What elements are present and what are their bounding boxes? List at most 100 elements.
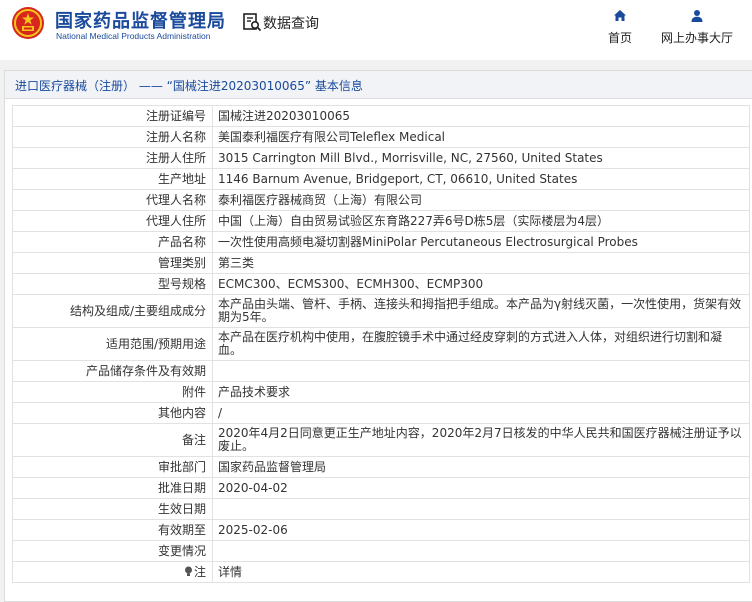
field-label-text: 注册人名称	[145, 129, 206, 144]
field-value: 美国泰利福医疗有限公司Teleflex Medical	[212, 126, 750, 148]
lightbulb-icon	[184, 566, 192, 576]
field-label-text: 变更情况	[157, 543, 206, 558]
field-value: 1146 Barnum Avenue, Bridgeport, CT, 0661…	[212, 168, 750, 190]
page-title: 数据查询	[263, 16, 319, 32]
table-row: 附件 产品技术要求	[12, 381, 750, 403]
field-label: 生效日期	[12, 498, 213, 520]
table-row: 其他内容 /	[12, 402, 750, 424]
field-label-text: 注	[193, 564, 206, 579]
site-header: 国家药品监督管理局 National Medical Products Admi…	[0, 0, 752, 60]
table-row: 结构及组成/主要组成成分 本产品由头端、管杆、手柄、连接头和拇指把手组成。本产品为…	[12, 294, 750, 328]
field-label-text: 注册证编号	[145, 108, 206, 123]
record-title: 进口医疗器械（注册） —— “国械注进20203010065” 基本信息	[15, 79, 363, 93]
field-label: 注册人名称	[12, 126, 213, 148]
field-value	[212, 360, 750, 382]
table-row: 注册人住所 3015 Carrington Mill Blvd., Morrisv…	[12, 147, 750, 169]
field-label: 变更情况	[12, 540, 213, 562]
field-label: 生产地址	[12, 168, 213, 190]
field-label: 有效期至	[12, 519, 213, 541]
field-label: 批准日期	[12, 477, 213, 499]
field-value: 2020-04-02	[212, 477, 750, 499]
field-value: 本产品由头端、管杆、手柄、连接头和拇指把手组成。本产品为γ射线灭菌，一次性使用，…	[212, 294, 750, 328]
record-table: 注册证编号 国械注进20203010065 注册人名称 美国泰利福医疗有限公司Tele…	[12, 105, 750, 583]
nav-online-office[interactable]: 网上办事大厅	[655, 8, 739, 48]
table-row: 审批部门 国家药品监督管理局	[12, 456, 750, 478]
field-value: 本产品在医疗机构中使用，在腹腔镜手术中通过经皮穿刺的方式进入人体，对组织进行切割…	[212, 327, 750, 361]
field-value: 国家药品监督管理局	[212, 456, 750, 478]
field-label-text: 有效期至	[157, 522, 206, 537]
field-label-text: 适用范围/预期用途	[105, 336, 206, 351]
table-row: 有效期至 2025-02-06	[12, 519, 750, 541]
field-label: 注	[12, 561, 213, 583]
nav-online-office-label: 网上办事大厅	[660, 31, 733, 45]
field-label: 附件	[12, 381, 213, 403]
national-emblem-icon	[12, 7, 44, 39]
field-label-text: 生效日期	[157, 501, 206, 516]
table-row: 适用范围/预期用途 本产品在医疗机构中使用，在腹腔镜手术中通过经皮穿刺的方式进入人…	[12, 327, 750, 361]
site-name-cn[interactable]: 国家药品监督管理局	[55, 7, 226, 33]
field-label-text: 产品名称	[157, 234, 206, 249]
nav-home[interactable]: 首页	[600, 8, 640, 48]
record-title-bar: 进口医疗器械（注册） —— “国械注进20203010065” 基本信息	[5, 71, 752, 99]
field-label: 注册证编号	[12, 105, 213, 127]
field-value: 产品技术要求	[212, 381, 750, 403]
field-label-text: 注册人住所	[145, 150, 206, 165]
field-label: 适用范围/预期用途	[12, 327, 213, 361]
field-value: 2020年4月2日同意更正生产地址内容，2020年2月7日核发的中华人民共和国医…	[212, 423, 750, 457]
field-label-text: 附件	[181, 384, 206, 399]
field-label: 产品储存条件及有效期	[12, 360, 213, 382]
data-query-icon	[243, 13, 262, 32]
table-row: 型号规格 ECMC300、ECMS300、ECMH300、ECMP300	[12, 273, 750, 295]
field-label-text: 审批部门	[157, 459, 206, 474]
user-icon	[691, 10, 703, 22]
nav-home-label: 首页	[607, 31, 632, 45]
field-label: 备注	[12, 423, 213, 457]
field-label: 型号规格	[12, 273, 213, 295]
field-value: 一次性使用高频电凝切割器MiniPolar Percutaneous Elect…	[212, 231, 750, 253]
field-label-text: 结构及组成/主要组成成分	[69, 303, 206, 318]
field-value	[212, 498, 750, 520]
table-row: 注详情	[12, 561, 750, 583]
field-label: 结构及组成/主要组成成分	[12, 294, 213, 328]
field-value: ECMC300、ECMS300、ECMH300、ECMP300	[212, 273, 750, 295]
table-row: 生效日期	[12, 498, 750, 520]
field-value: 2025-02-06	[212, 519, 750, 541]
table-row: 代理人名称 泰利福医疗器械商贸（上海）有限公司	[12, 189, 750, 211]
table-row: 备注 2020年4月2日同意更正生产地址内容，2020年2月7日核发的中华人民共和…	[12, 423, 750, 457]
field-label: 代理人住所	[12, 210, 213, 232]
table-row: 产品储存条件及有效期	[12, 360, 750, 382]
field-value: 3015 Carrington Mill Blvd., Morrisville,…	[212, 147, 750, 169]
field-value	[212, 540, 750, 562]
table-row: 变更情况	[12, 540, 750, 562]
table-row: 产品名称 一次性使用高频电凝切割器MiniPolar Percutaneous E…	[12, 231, 750, 253]
field-value: 中国（上海）自由贸易试验区东育路227弄6号D栋5层（实际楼层为4层）	[212, 210, 750, 232]
field-label: 其他内容	[12, 402, 213, 424]
field-label-text: 产品储存条件及有效期	[85, 363, 206, 378]
field-label: 审批部门	[12, 456, 213, 478]
field-label-text: 批准日期	[157, 480, 206, 495]
details-link[interactable]: 详情	[212, 561, 750, 583]
field-value: /	[212, 402, 750, 424]
home-icon	[614, 10, 626, 21]
field-label-text: 其他内容	[157, 405, 206, 420]
field-label-text: 代理人名称	[145, 192, 206, 207]
table-row: 生产地址 1146 Barnum Avenue, Bridgeport, CT, …	[12, 168, 750, 190]
field-label-text: 代理人住所	[145, 213, 206, 228]
field-label-text: 管理类别	[157, 255, 206, 270]
field-label-text: 生产地址	[157, 171, 206, 186]
field-value: 泰利福医疗器械商贸（上海）有限公司	[212, 189, 750, 211]
field-label: 注册人住所	[12, 147, 213, 169]
field-label: 管理类别	[12, 252, 213, 274]
field-value: 第三类	[212, 252, 750, 274]
field-label: 产品名称	[12, 231, 213, 253]
field-label-text: 备注	[181, 432, 206, 447]
table-row: 批准日期 2020-04-02	[12, 477, 750, 499]
field-value: 国械注进20203010065	[212, 105, 750, 127]
field-label: 代理人名称	[12, 189, 213, 211]
table-row: 代理人住所 中国（上海）自由贸易试验区东育路227弄6号D栋5层（实际楼层为4层）	[12, 210, 750, 232]
table-row: 注册证编号 国械注进20203010065	[12, 105, 750, 127]
table-row: 注册人名称 美国泰利福医疗有限公司Teleflex Medical	[12, 126, 750, 148]
field-label-text: 型号规格	[157, 276, 206, 291]
site-name-en[interactable]: National Medical Products Administration	[56, 31, 211, 41]
table-row: 管理类别 第三类	[12, 252, 750, 274]
